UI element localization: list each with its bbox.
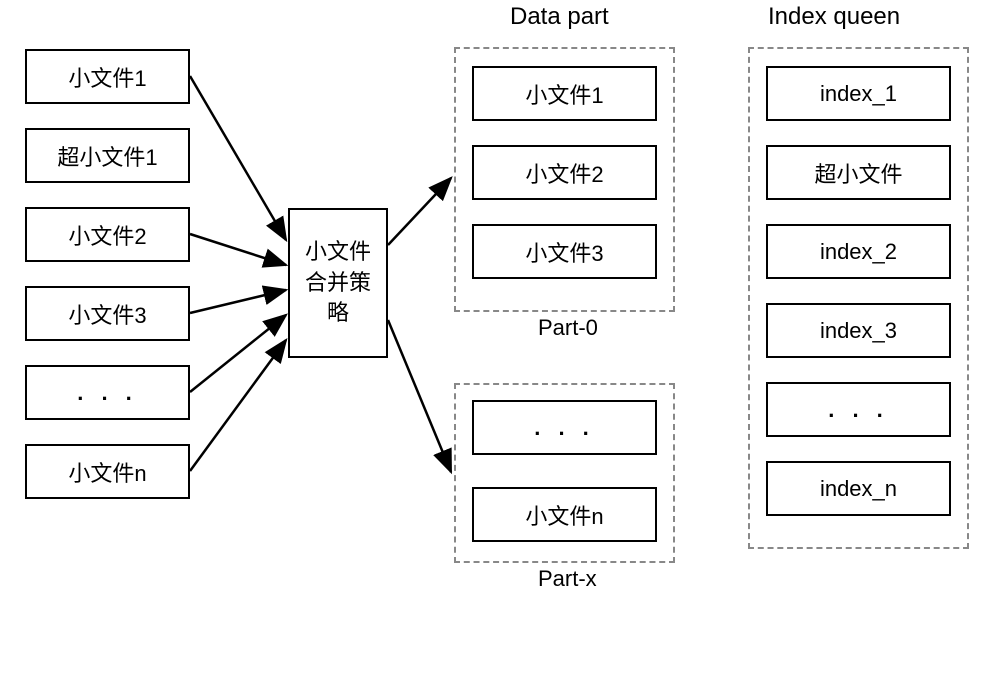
part-x-label: Part-x <box>538 566 597 592</box>
partx-file-label: 小文件n <box>525 499 603 531</box>
index-ellipsis-box: . . . <box>766 382 951 437</box>
ellipsis-label: . . . <box>77 380 138 406</box>
tiny-file-label: 超小文件1 <box>57 140 157 172</box>
index-queen-title: Index queen <box>768 3 900 31</box>
small-file-box-2: 小文件2 <box>25 207 190 262</box>
part0-file-label: 小文件1 <box>525 78 603 110</box>
small-file-box-n: 小文件n <box>25 444 190 499</box>
ellipsis-label: . . . <box>828 397 889 423</box>
part0-file-1: 小文件1 <box>472 66 657 121</box>
data-part-title: Data part <box>510 3 609 31</box>
small-file-label: 小文件2 <box>68 219 146 251</box>
part0-file-2: 小文件2 <box>472 145 657 200</box>
ellipsis-label: . . . <box>534 415 595 441</box>
index-tiny-box: 超小文件 <box>766 145 951 200</box>
part0-file-label: 小文件2 <box>525 157 603 189</box>
part0-file-3: 小文件3 <box>472 224 657 279</box>
part-0-label: Part-0 <box>538 315 598 341</box>
small-file-label: 小文件n <box>68 456 146 488</box>
index-1-box: index_1 <box>766 66 951 121</box>
small-file-label: 小文件1 <box>68 61 146 93</box>
small-file-label: 小文件3 <box>68 298 146 330</box>
merge-strategy-line1: 小文件 <box>295 237 381 268</box>
index-label: index_1 <box>820 81 897 107</box>
ellipsis-box-left: . . . <box>25 365 190 420</box>
index-n-box: index_n <box>766 461 951 516</box>
merge-strategy-line2: 合并策略 <box>295 268 381 330</box>
index-2-box: index_2 <box>766 224 951 279</box>
small-file-box-1: 小文件1 <box>25 49 190 104</box>
index-label: index_3 <box>820 318 897 344</box>
small-file-box-3: 小文件3 <box>25 286 190 341</box>
partx-file-n: 小文件n <box>472 487 657 542</box>
index-label: index_2 <box>820 239 897 265</box>
tiny-file-box-1: 超小文件1 <box>25 128 190 183</box>
part0-file-label: 小文件3 <box>525 236 603 268</box>
index-3-box: index_3 <box>766 303 951 358</box>
index-label: 超小文件 <box>814 157 902 189</box>
partx-ellipsis: . . . <box>472 400 657 455</box>
index-label: index_n <box>820 476 897 502</box>
merge-strategy-box: 小文件 合并策略 <box>288 208 388 358</box>
